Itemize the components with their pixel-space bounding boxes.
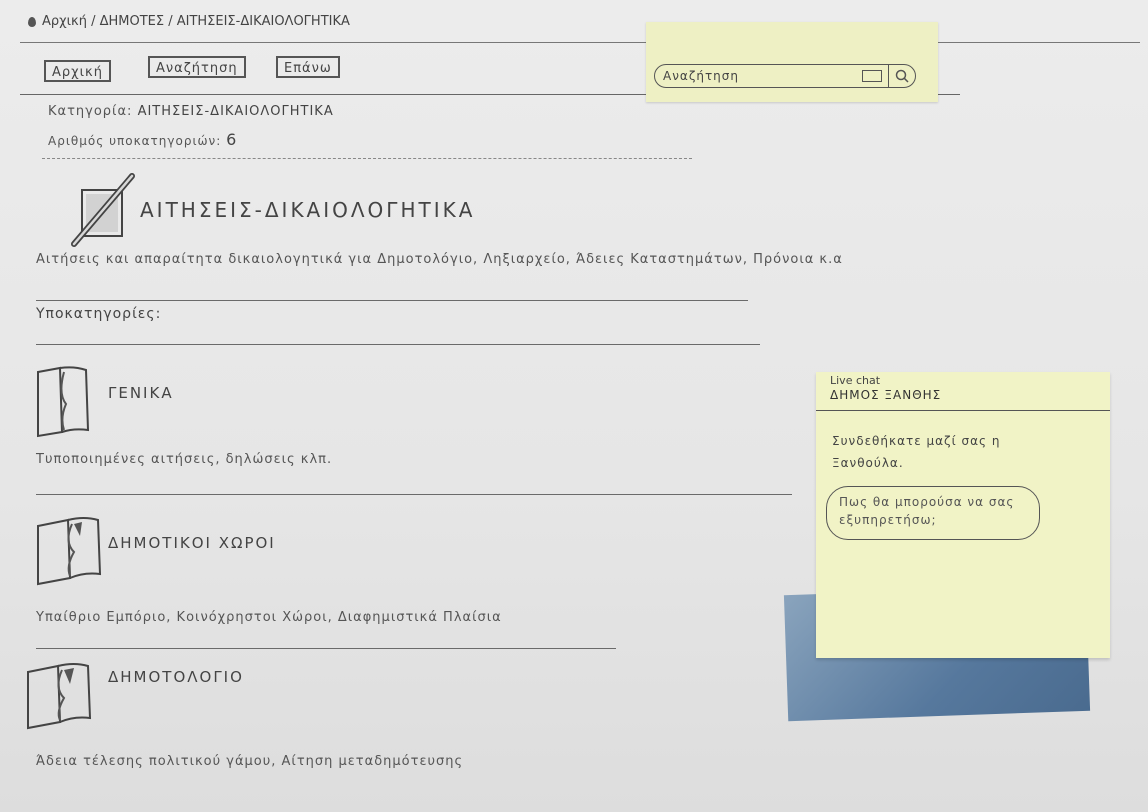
- search-placeholder: Αναζήτηση: [663, 69, 739, 83]
- breadcrumb[interactable]: Αρχική / ΔΗΜΟΤΕΣ / ΑΙΤΗΣΕΙΣ-ΔΙΚΑΙΟΛΟΓΗΤΙ…: [28, 14, 350, 29]
- book-icon: [24, 660, 96, 734]
- live-chat-label: Live chat: [830, 374, 881, 387]
- divider: [36, 344, 760, 345]
- chat-divider: [816, 410, 1110, 411]
- live-chat-title: ΔΗΜΟΣ ΞΑΝΘΗΣ: [830, 388, 942, 402]
- category-name: ΑΙΤΗΣΕΙΣ-ΔΙΚΑΙΟΛΟΓΗΤΙΚΑ: [137, 104, 334, 119]
- map-pin-icon: [28, 16, 36, 27]
- subcategory-description: Υπαίθριο Εμπόριο, Κοινόχρηστοι Χώροι, Δι…: [36, 610, 502, 625]
- subcategories-label: Υποκατηγορίες:: [36, 306, 162, 322]
- category-info: Κατηγορία: ΑΙΤΗΣΕΙΣ-ΔΙΚΑΙΟΛΟΓΗΤΙΚΑ: [48, 104, 334, 119]
- subcategory-count: Αριθμός υποκατηγοριών: 6: [48, 130, 237, 149]
- subcategory-description: Άδεια τέλεσης πολιτικού γάμου, Αίτηση με…: [36, 754, 464, 769]
- breadcrumb-text[interactable]: Αρχική / ΔΗΜΟΤΕΣ / ΑΙΤΗΣΕΙΣ-ΔΙΚΑΙΟΛΟΓΗΤΙ…: [42, 14, 350, 29]
- book-icon: [34, 364, 94, 444]
- category-title: ΑΙΤΗΣΕΙΣ-ΔΙΚΑΙΟΛΟΓΗΤΙΚΑ: [140, 198, 476, 222]
- chat-bubble[interactable]: Πως θα μπορούσα να σας εξυπηρετήσω;: [826, 486, 1040, 540]
- top-divider: [20, 42, 1140, 43]
- search-input[interactable]: Αναζήτηση: [654, 64, 916, 88]
- keyboard-icon: [861, 70, 882, 82]
- count-value: 6: [226, 130, 238, 149]
- home-button[interactable]: Αρχική: [44, 60, 111, 82]
- category-label: Κατηγορία:: [48, 104, 133, 119]
- book-icon: [34, 516, 106, 590]
- live-chat-panel[interactable]: Live chat ΔΗΜΟΣ ΞΑΝΘΗΣ Συνδεθήκατε μαζί …: [816, 372, 1110, 658]
- divider: [36, 648, 616, 649]
- subcategory-title[interactable]: ΔΗΜΟΤΟΛΟΓΙΟ: [108, 668, 244, 686]
- search-icon[interactable]: [889, 68, 915, 84]
- dashed-divider: [42, 158, 692, 159]
- pencil-square-icon: [66, 170, 146, 254]
- subcategory-description: Τυποποιημένες αιτήσεις, δηλώσεις κλπ.: [36, 452, 333, 467]
- divider: [36, 494, 792, 495]
- search-button[interactable]: Αναζήτηση: [148, 56, 246, 78]
- subcategory-title[interactable]: ΓΕΝΙΚΑ: [108, 384, 174, 402]
- search-panel: Αναζήτηση: [646, 22, 938, 102]
- category-description: Αιτήσεις και απαραίτητα δικαιολογητικά γ…: [36, 252, 843, 267]
- subcategory-title[interactable]: ΔΗΜΟΤΙΚΟΙ ΧΩΡΟΙ: [108, 534, 276, 552]
- divider: [36, 300, 748, 301]
- back-up-button[interactable]: Επάνω: [276, 56, 340, 78]
- count-label: Αριθμός υποκατηγοριών:: [48, 134, 222, 148]
- chat-message: Συνδεθήκατε μαζί σας η Ξανθούλα.: [832, 434, 1001, 470]
